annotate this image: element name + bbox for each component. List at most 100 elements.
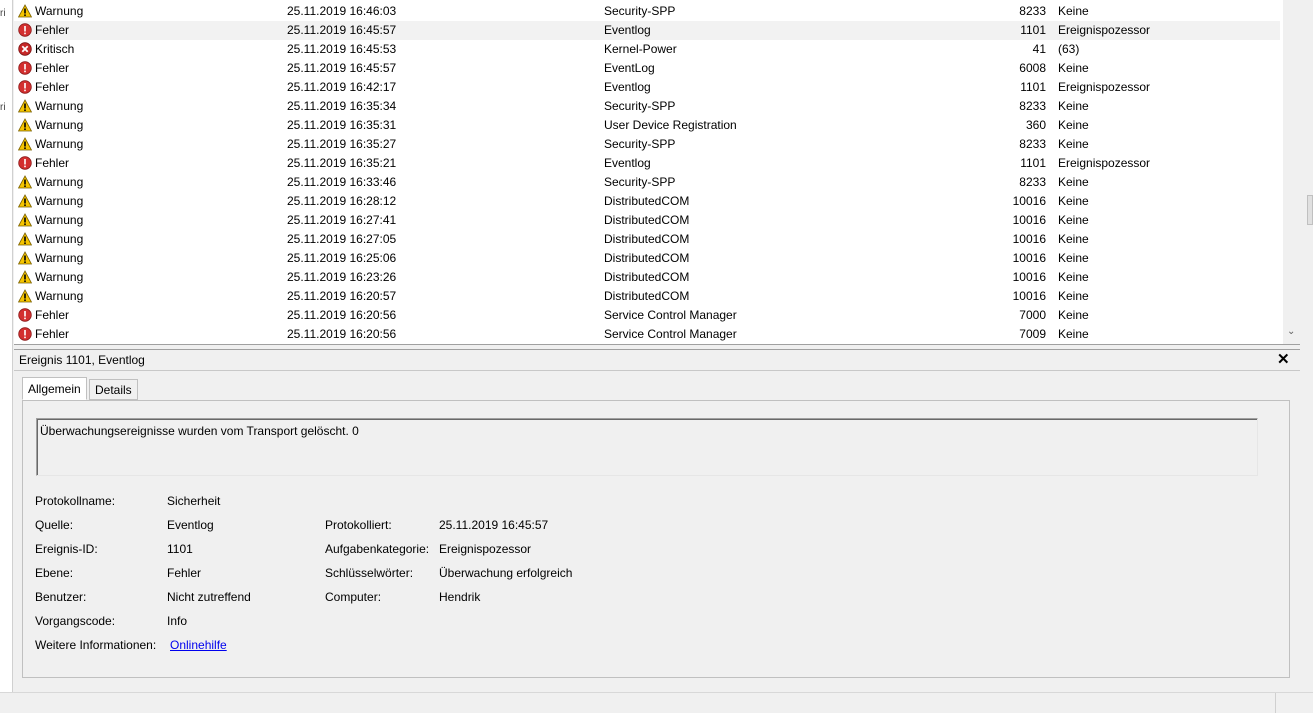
event-level-text: Warnung [35,232,84,246]
event-row[interactable]: Warnung 25.11.2019 16:20:57 DistributedCOM… [14,287,1280,306]
event-id-cell: 10016 [1012,213,1046,227]
event-task-cell: Keine [1058,308,1089,322]
event-level-cell: Fehler [18,154,278,173]
event-level-cell: Warnung [17,135,278,154]
event-level-cell: Fehler [18,59,278,78]
event-row[interactable]: Warnung 25.11.2019 16:35:31 User Device Re… [14,116,1280,135]
source-label: Quelle: [35,518,74,532]
scroll-down-icon[interactable]: ⌄ [1287,326,1295,337]
opcode-label: Vorgangscode: [35,614,116,628]
event-row[interactable]: Warnung 25.11.2019 16:46:03 Security-SPP 82… [14,2,1280,21]
event-source-cell: Service Control Manager [604,308,737,322]
user-value: Nicht zutreffend [167,590,251,604]
online-help-link[interactable]: Onlinehilfe [170,638,227,652]
error-icon [18,156,32,170]
warning-icon [17,99,33,113]
event-row[interactable]: Warnung 25.11.2019 16:28:12 DistributedCOM… [14,192,1280,211]
event-task-cell: Ereignispozessor [1058,23,1151,37]
event-row[interactable]: Kritisch 25.11.2019 16:45:53 Kernel-Power 4… [14,40,1280,59]
event-task-cell: (63) [1058,42,1080,56]
event-datetime-cell: 25.11.2019 16:45:57 [287,61,397,75]
event-id-cell: 8233 [1019,4,1046,18]
event-id-cell: 8233 [1019,137,1046,151]
event-datetime-cell: 25.11.2019 16:28:12 [287,194,397,208]
status-bar [0,692,1313,713]
event-level-text: Warnung [35,118,84,132]
event-id-value: 1101 [167,542,193,556]
event-level-cell: Fehler [18,306,278,325]
error-icon [18,80,32,94]
close-icon[interactable]: ✕ [1277,350,1290,368]
log-name-label: Protokollname: [35,494,116,508]
event-id-cell: 7000 [1019,308,1046,322]
event-source-cell: DistributedCOM [604,194,690,208]
event-id-cell: 1101 [1020,23,1046,37]
event-row[interactable]: Fehler 25.11.2019 16:20:56 Service Control… [14,306,1280,325]
event-detail-title: Ereignis 1101, Eventlog [19,353,145,367]
event-source-cell: DistributedCOM [604,213,690,227]
event-task-cell: Ereignispozessor [1058,80,1151,94]
event-source-cell: DistributedCOM [604,270,690,284]
event-task-cell: Keine [1058,213,1089,227]
event-task-cell: Keine [1058,4,1089,18]
event-source-cell: DistributedCOM [604,289,690,303]
event-row[interactable]: Fehler 25.11.2019 16:45:57 Eventlog 1101 Ere… [14,21,1280,40]
event-datetime-cell: 25.11.2019 16:35:31 [287,118,397,132]
warning-icon [17,175,33,189]
event-id-cell: 6008 [1019,61,1046,75]
event-level-cell: Warnung [17,116,278,135]
event-source-cell: Eventlog [604,80,651,94]
event-row[interactable]: Warnung 25.11.2019 16:27:05 DistributedCOM… [14,230,1280,249]
event-row[interactable]: Warnung 25.11.2019 16:23:26 DistributedCOM… [14,268,1280,287]
warning-icon [17,118,33,132]
event-row[interactable]: Fehler 25.11.2019 16:45:57 EventLog 6008 Kei… [14,59,1280,78]
event-level-text: Fehler [35,327,70,341]
task-category-value: Ereignispozessor [439,542,532,556]
event-level-text: Warnung [35,137,84,151]
event-id-cell: 8233 [1019,175,1046,189]
event-row[interactable]: Fehler 25.11.2019 16:42:17 Eventlog 1101 Ere… [14,78,1280,97]
logged-label: Protokolliert: [325,518,392,532]
logged-value: 25.11.2019 16:45:57 [439,518,549,532]
event-level-text: Warnung [35,251,84,265]
general-tab-panel: Überwachungsereignisse wurden vom Transp… [22,400,1290,678]
event-datetime-cell: 25.11.2019 16:42:17 [287,80,397,94]
event-row[interactable]: Fehler 25.11.2019 16:20:56 Service Control… [14,325,1280,344]
outer-window-scroll-thumb[interactable] [1307,195,1313,225]
event-row[interactable]: Warnung 25.11.2019 16:25:06 DistributedCOM… [14,249,1280,268]
event-level-cell: Warnung [17,192,278,211]
event-datetime-cell: 25.11.2019 16:25:06 [287,251,397,265]
event-datetime-cell: 25.11.2019 16:33:46 [287,175,397,189]
tab-allgemein[interactable]: Allgemein [22,377,87,400]
event-row[interactable]: Warnung 25.11.2019 16:35:34 Security-SPP 82… [14,97,1280,116]
event-datetime-cell: 25.11.2019 16:35:21 [287,156,397,170]
event-row[interactable]: Warnung 25.11.2019 16:33:46 Security-SPP 82… [14,173,1280,192]
event-id-cell: 41 [1032,42,1046,56]
event-description-box[interactable]: Überwachungsereignisse wurden vom Transp… [36,418,1258,476]
event-row[interactable]: Warnung 25.11.2019 16:27:41 DistributedCOM… [14,211,1280,230]
log-name-value: Sicherheit [167,494,221,508]
event-datetime-cell: 25.11.2019 16:20:56 [287,327,397,341]
event-row[interactable]: Warnung 25.11.2019 16:35:27 Security-SPP 82… [14,135,1280,154]
status-bar-divider [1275,693,1276,713]
event-level-text: Fehler [35,61,70,75]
event-level-cell: Fehler [18,78,278,97]
event-row[interactable]: Fehler 25.11.2019 16:35:21 Eventlog 1101 Ere… [14,154,1280,173]
event-level-cell: Warnung [17,268,278,287]
event-level-cell: Warnung [17,287,278,306]
event-level-cell: Warnung [17,173,278,192]
tab-details[interactable]: Details [89,379,138,400]
event-source-cell: DistributedCOM [604,251,690,265]
error-icon [18,308,32,322]
event-level-cell: Warnung [17,97,278,116]
event-task-cell: Keine [1058,137,1089,151]
warning-icon [17,289,33,303]
event-level-text: Fehler [35,156,70,170]
event-list-scrollbar[interactable]: ⌄ [1283,0,1301,344]
more-info-label: Weitere Informationen: [35,638,157,652]
error-icon [18,61,32,75]
event-list[interactable]: Warnung 25.11.2019 16:46:03 Security-SPP 82… [14,0,1301,344]
event-task-cell: Keine [1058,270,1089,284]
event-level-cell: Warnung [17,211,278,230]
event-datetime-cell: 25.11.2019 16:20:56 [287,308,397,322]
